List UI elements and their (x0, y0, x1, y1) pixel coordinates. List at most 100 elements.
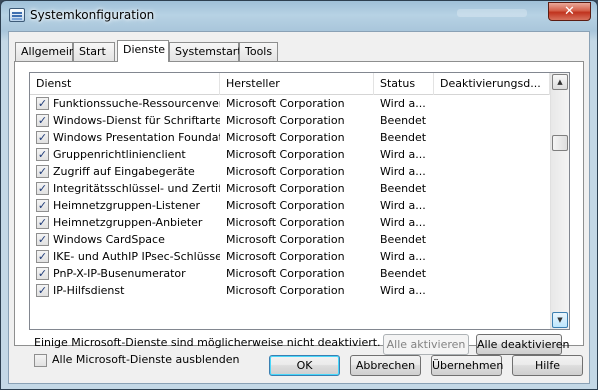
table-row[interactable]: ✓ IP-Hilfsdienst Microsoft Corporation W… (30, 282, 550, 299)
scrollbar-thumb[interactable] (552, 135, 568, 151)
service-checkbox[interactable]: ✓ (36, 131, 49, 144)
tab-allgemein[interactable]: Allgemein (15, 42, 76, 61)
service-disable-date (440, 231, 540, 248)
service-disable-date (440, 214, 540, 231)
service-name: Windows Presentation Foundati... (53, 131, 220, 144)
table-row[interactable]: ✓ Funktionssuche-Ressourcenverö... Micro… (30, 95, 550, 112)
service-manufacturer: Microsoft Corporation (226, 97, 345, 110)
service-checkbox[interactable]: ✓ (36, 114, 49, 127)
service-name: PnP-X-IP-Busenumerator (53, 267, 186, 280)
service-status: Wird a... (380, 165, 426, 178)
table-row[interactable]: ✓ Integritätsschlüssel- und Zertifik... … (30, 180, 550, 197)
service-manufacturer: Microsoft Corporation (226, 148, 345, 161)
service-checkbox[interactable]: ✓ (36, 199, 49, 212)
service-disable-date (440, 248, 540, 265)
service-status: Wird a... (380, 97, 426, 110)
tab-start[interactable]: Start (73, 42, 115, 61)
vertical-scrollbar[interactable]: ▲ ▼ (550, 73, 569, 329)
service-checkbox[interactable]: ✓ (36, 148, 49, 161)
hide-ms-services-checkbox[interactable] (34, 354, 47, 367)
tab-systemstart[interactable]: Systemstart (169, 42, 242, 61)
service-disable-date (440, 95, 540, 112)
service-status: Wird a... (380, 216, 426, 229)
service-checkbox[interactable]: ✓ (36, 267, 49, 280)
service-manufacturer: Microsoft Corporation (226, 182, 345, 195)
table-row[interactable]: ✓ PnP-X-IP-Busenumerator Microsoft Corpo… (30, 265, 550, 282)
service-manufacturer: Microsoft Corporation (226, 216, 345, 229)
dialog-client-area: Allgemein Start Dienste Systemstart Tool… (8, 31, 590, 384)
service-name: Heimnetzgruppen-Listener (53, 199, 201, 212)
service-status: Beendet (380, 131, 427, 144)
service-manufacturer: Microsoft Corporation (226, 199, 345, 212)
service-manufacturer: Microsoft Corporation (226, 114, 345, 127)
service-disable-date (440, 180, 540, 197)
ms-services-note: Einige Microsoft-Dienste sind möglicherw… (34, 336, 381, 349)
service-checkbox[interactable]: ✓ (36, 250, 49, 263)
service-checkbox[interactable]: ✓ (36, 182, 49, 195)
service-status: Beendet (380, 267, 427, 280)
service-disable-date (440, 112, 540, 129)
service-checkbox[interactable]: ✓ (36, 165, 49, 178)
ok-button[interactable]: OK (269, 355, 340, 376)
service-status: Wird a... (380, 250, 426, 263)
system-configuration-window: Systemkonfiguration ✕ Allgemein Start Di… (0, 0, 598, 390)
apply-button[interactable]: Übernehmen (431, 355, 503, 376)
hide-ms-services-label: Alle Microsoft-Dienste ausblenden (52, 353, 240, 366)
tab-tools[interactable]: Tools (239, 42, 278, 61)
table-row[interactable]: ✓ Windows Presentation Foundati... Micro… (30, 129, 550, 146)
table-row[interactable]: ✓ Windows CardSpace Microsoft Corporatio… (30, 231, 550, 248)
service-disable-date (440, 265, 540, 282)
service-name: Windows CardSpace (53, 233, 165, 246)
service-disable-date (440, 163, 540, 180)
column-header-hersteller[interactable]: Hersteller (220, 73, 374, 95)
service-status: Wird a... (380, 148, 426, 161)
table-row[interactable]: ✓ Heimnetzgruppen-Anbieter Microsoft Cor… (30, 214, 550, 231)
enable-all-button[interactable]: Alle aktivieren (383, 334, 469, 355)
service-name: Windows-Dienst für Schriftarten... (53, 114, 220, 127)
table-row[interactable]: ✓ Windows-Dienst für Schriftarten... Mic… (30, 112, 550, 129)
background-window-ghost (457, 9, 527, 17)
scroll-down-arrow-icon[interactable]: ▼ (552, 312, 568, 328)
service-checkbox[interactable]: ✓ (36, 216, 49, 229)
table-row[interactable]: ✓ Gruppenrichtlinienclient Microsoft Cor… (30, 146, 550, 163)
table-row[interactable]: ✓ IKE- und AuthIP IPsec-Schlüssel... Mic… (30, 248, 550, 265)
title-bar[interactable]: Systemkonfiguration ✕ (1, 1, 597, 31)
service-status: Beendet (380, 182, 427, 195)
msconfig-app-icon (9, 8, 25, 22)
service-rows: ✓ Funktionssuche-Ressourcenverö... Micro… (30, 95, 550, 299)
service-name: Heimnetzgruppen-Anbieter (53, 216, 203, 229)
scroll-up-arrow-icon[interactable]: ▲ (552, 74, 568, 90)
disable-all-button[interactable]: Alle deaktivieren (476, 334, 570, 355)
services-tab-panel: Dienst Hersteller Status Deaktivierungsd… (14, 61, 584, 367)
service-status: Beendet (380, 114, 427, 127)
service-name: Funktionssuche-Ressourcenverö... (53, 97, 220, 110)
column-header-deaktivierungsdatum[interactable]: Deaktivierungsd... (434, 73, 550, 95)
cancel-button[interactable]: Abbrechen (350, 355, 421, 376)
service-checkbox[interactable]: ✓ (36, 284, 49, 297)
column-header-dienst[interactable]: Dienst (30, 73, 220, 95)
service-manufacturer: Microsoft Corporation (226, 267, 345, 280)
service-manufacturer: Microsoft Corporation (226, 131, 345, 144)
service-checkbox[interactable]: ✓ (36, 233, 49, 246)
service-status: Wird a... (380, 284, 426, 297)
table-row[interactable]: ✓ Zugriff auf Eingabegeräte Microsoft Co… (30, 163, 550, 180)
service-status: Wird a... (380, 199, 426, 212)
services-list[interactable]: Dienst Hersteller Status Deaktivierungsd… (29, 72, 570, 330)
list-header: Dienst Hersteller Status Deaktivierungsd… (30, 73, 550, 95)
tab-dienste[interactable]: Dienste (117, 40, 169, 62)
service-manufacturer: Microsoft Corporation (226, 284, 345, 297)
service-name: Integritätsschlüssel- und Zertifik... (53, 182, 220, 195)
service-manufacturer: Microsoft Corporation (226, 165, 345, 178)
service-status: Beendet (380, 233, 427, 246)
service-name: IKE- und AuthIP IPsec-Schlüssel... (53, 250, 220, 263)
service-checkbox[interactable]: ✓ (36, 97, 49, 110)
help-button[interactable]: Hilfe (512, 355, 583, 376)
table-row[interactable]: ✓ Heimnetzgruppen-Listener Microsoft Cor… (30, 197, 550, 214)
service-disable-date (440, 146, 540, 163)
service-disable-date (440, 282, 540, 299)
close-button[interactable]: ✕ (548, 2, 591, 21)
column-header-status[interactable]: Status (374, 73, 434, 95)
service-name: IP-Hilfsdienst (53, 284, 125, 297)
service-name: Gruppenrichtlinienclient (53, 148, 186, 161)
service-name: Zugriff auf Eingabegeräte (53, 165, 195, 178)
